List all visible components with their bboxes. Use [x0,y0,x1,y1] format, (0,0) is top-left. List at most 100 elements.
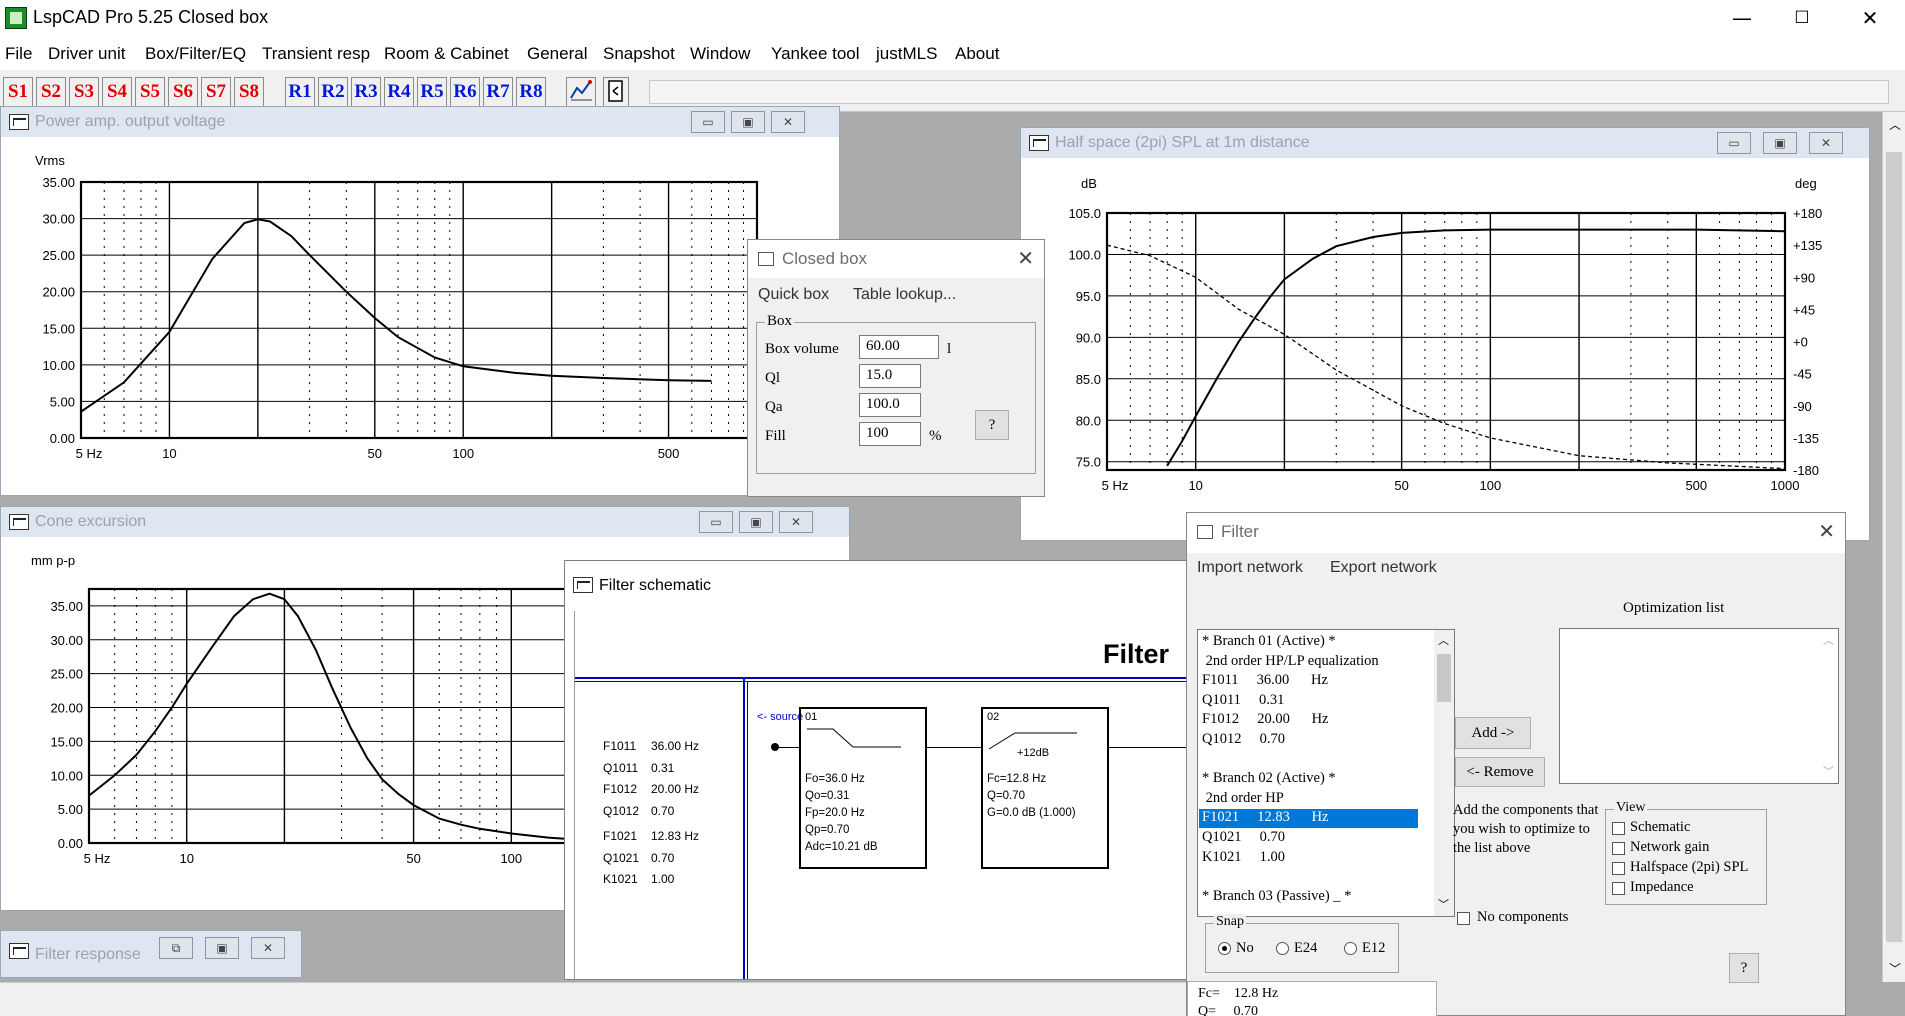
menu-room-cabinet[interactable]: Room & Cabinet [384,44,509,64]
snapshot-s2-button[interactable]: S2 [36,77,66,107]
branch-list-item[interactable]: F1011 36.00 Hz [1202,672,1328,691]
branch-list-item[interactable]: K1021 1.00 [1202,849,1285,868]
halfspace-titlebar[interactable]: Half space (2pi) SPL at 1m distance ▭ ▣ … [1021,128,1869,158]
filter-response-maximize-button[interactable]: ▣ [205,937,239,959]
halfspace-restore-button[interactable]: ▣ [1763,132,1797,154]
filter-response-close-button[interactable]: ✕ [251,937,285,959]
branch-list-item[interactable]: Q1021 0.70 [1202,829,1285,848]
branch-list-item[interactable]: * Branch 02 (Active) * [1202,770,1336,789]
scroll-down-icon[interactable]: ﹀ [1438,896,1449,912]
optimization-list-scrollbar[interactable]: ︿ ﹀ [1819,629,1838,783]
recall-r1-button[interactable]: R1 [285,77,315,107]
snapshot-s7-button[interactable]: S7 [201,77,231,107]
cone-minimize-button[interactable]: ▭ [699,511,733,533]
branch-list-item[interactable]: 2nd order HP [1202,790,1284,809]
snapshot-s6-button[interactable]: S6 [168,77,198,107]
branch-list-item[interactable]: * Branch 01 (Active) * [1202,633,1336,652]
impedance-checkbox[interactable] [1612,882,1625,895]
scroll-thumb[interactable] [1437,654,1451,702]
filter-response-titlebar[interactable]: Filter response ⧉ ▣ ✕ [1,931,301,977]
box-volume-input[interactable]: 60.00 [859,335,939,359]
filter-menu-import-network[interactable]: Import network [1197,559,1303,577]
closed-box-menu-quick-box[interactable]: Quick box [758,286,829,304]
power-amp-restore-button[interactable]: ▣ [731,111,765,133]
mdi-vertical-scrollbar[interactable]: ︿ ﹀ [1882,112,1905,982]
closed-box-help-button[interactable]: ? [975,410,1009,440]
snap-e12-radio[interactable] [1344,942,1357,955]
network-gain-checkbox[interactable] [1612,842,1625,855]
close-button[interactable]: ✕ [1840,0,1900,36]
menu-snapshot[interactable]: Snapshot [603,44,675,64]
branch-list[interactable]: * Branch 01 (Active) * 2nd order HP/LP e… [1197,629,1455,917]
filter-menu-export-network[interactable]: Export network [1330,559,1437,577]
recall-r3-button[interactable]: R3 [351,77,381,107]
power-amp-titlebar[interactable]: Power amp. output voltage ▭ ▣ ✕ [1,107,839,137]
no-components-checkbox[interactable] [1457,912,1470,925]
menu-driver-unit[interactable]: Driver unit [48,44,125,64]
menu-justmls[interactable]: justMLS [876,44,937,64]
closed-box-titlebar[interactable]: Closed box ✕ [748,240,1044,278]
snapshot-s4-button[interactable]: S4 [102,77,132,107]
menu-yankee-tool[interactable]: Yankee tool [771,44,860,64]
filter-response-restore-button[interactable]: ⧉ [159,937,193,959]
power-amp-minimize-button[interactable]: ▭ [691,111,725,133]
minimize-button[interactable]: — [1712,0,1772,36]
snapshot-s1-button[interactable]: S1 [3,77,33,107]
closed-box-menu-table-lookup[interactable]: Table lookup... [853,286,956,304]
cone-excursion-titlebar[interactable]: Cone excursion ▭ ▣ ✕ [1,507,849,537]
scroll-up-icon[interactable]: ︿ [1823,632,1834,648]
snapshot-s8-button[interactable]: S8 [234,77,264,107]
menu-file[interactable]: File [5,44,32,64]
filter-block-02[interactable]: 02 +12dB Fc=12.8 Hz Q=0.70 G=0.0 dB (1.000… [981,707,1109,869]
scroll-up-icon[interactable]: ︿ [1889,116,1901,133]
branch-list-scrollbar[interactable]: ︿ ﹀ [1434,630,1454,916]
menu-box-filter-eq[interactable]: Box/Filter/EQ [145,44,246,64]
recall-r6-button[interactable]: R6 [450,77,480,107]
closed-box-close-icon[interactable]: ✕ [1017,246,1034,270]
add-button[interactable]: Add -> [1455,717,1531,749]
fill-input[interactable]: 100 [859,422,921,446]
cone-restore-button[interactable]: ▣ [739,511,773,533]
recall-r2-button[interactable]: R2 [318,77,348,107]
menu-about[interactable]: About [955,44,999,64]
schematic-checkbox[interactable] [1612,822,1625,835]
branch-list-item[interactable]: 2nd order HP/LP equalization [1202,653,1379,672]
recall-r4-button[interactable]: R4 [384,77,414,107]
branch-list-item[interactable]: Q1011 0.31 [1202,692,1284,711]
exit-icon[interactable] [603,77,629,107]
filter-help-button[interactable]: ? [1729,953,1759,983]
power-amp-close-button[interactable]: ✕ [771,111,805,133]
recall-r7-button[interactable]: R7 [483,77,513,107]
menu-general[interactable]: General [527,44,587,64]
filter-response-window[interactable]: Filter response ⧉ ▣ ✕ [0,930,302,978]
scroll-thumb[interactable] [1886,152,1902,942]
snap-e24-radio[interactable] [1276,942,1289,955]
halfspace-close-button[interactable]: ✕ [1809,132,1843,154]
scroll-up-icon[interactable]: ︿ [1438,632,1449,648]
recall-r8-button[interactable]: R8 [516,77,546,107]
filter-schematic-titlebar[interactable]: Filter schematic [565,561,1203,611]
ql-input[interactable]: 15.0 [859,364,921,388]
menu-window[interactable]: Window [690,44,750,64]
qa-input[interactable]: 100.0 [859,393,921,417]
halfspace-spl-checkbox[interactable] [1612,862,1625,875]
scroll-down-icon[interactable]: ﹀ [1889,960,1901,977]
branch-list-item[interactable]: F1012 20.00 Hz [1202,711,1328,730]
scroll-down-icon[interactable]: ﹀ [1823,763,1834,779]
filter-close-icon[interactable]: ✕ [1818,519,1835,543]
branch-list-item[interactable]: Q1012 0.70 [1202,731,1285,750]
snapshot-s5-button[interactable]: S5 [135,77,165,107]
optimize-icon[interactable] [566,77,596,107]
recall-r5-button[interactable]: R5 [417,77,447,107]
maximize-button[interactable]: ☐ [1772,0,1832,36]
branch-list-item[interactable]: * Branch 03 (Passive) _ * [1202,888,1351,907]
remove-button[interactable]: <- Remove [1455,757,1545,787]
menu-transient-resp[interactable]: Transient resp [262,44,370,64]
halfspace-minimize-button[interactable]: ▭ [1717,132,1751,154]
snapshot-s3-button[interactable]: S3 [69,77,99,107]
cone-close-button[interactable]: ✕ [779,511,813,533]
branch-list-item[interactable]: F1021 12.83 Hz [1199,809,1418,829]
mdi-horizontal-scrollbar[interactable] [0,982,1186,1016]
optimization-list[interactable]: ︿ ﹀ [1559,628,1839,784]
snap-no-radio[interactable] [1218,942,1231,955]
